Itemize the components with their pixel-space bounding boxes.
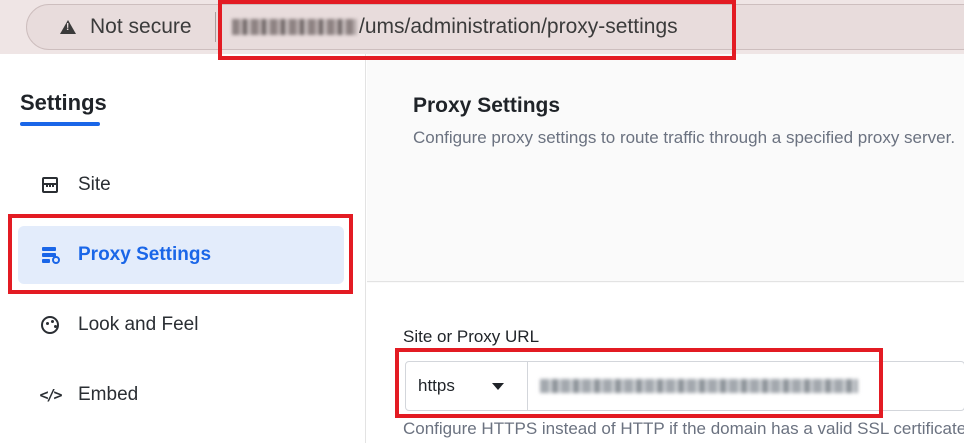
- proxy-icon: [40, 245, 60, 265]
- field-helper-text: Configure HTTPS instead of HTTP if the d…: [403, 419, 964, 438]
- protocol-value: https: [418, 376, 455, 395]
- redacted-host: [232, 19, 357, 35]
- sidebar-item-look-and-feel[interactable]: Look and Feel: [18, 296, 344, 354]
- protocol-select[interactable]: https: [406, 362, 528, 410]
- site-icon: [40, 175, 60, 195]
- settings-sidebar: Settings Site Proxy Settings Look and Fe…: [0, 54, 366, 443]
- page-title: Proxy Settings: [413, 94, 561, 117]
- site-security-indicator[interactable]: Not secure: [60, 12, 192, 42]
- sidebar-item-site[interactable]: Site: [18, 156, 344, 214]
- redacted-host-value: [540, 379, 858, 393]
- palette-icon: [40, 315, 60, 335]
- page-description: Configure proxy settings to route traffi…: [413, 128, 956, 147]
- code-icon: </>: [39, 386, 62, 404]
- chevron-down-icon: [492, 383, 504, 390]
- proxy-form: Site or Proxy URL https Configure HTTPS …: [367, 283, 964, 443]
- browser-toolbar: Not secure /ums/administration/proxy-set…: [0, 0, 964, 54]
- sidebar-title: Settings: [20, 90, 107, 115]
- host-input[interactable]: [528, 362, 964, 410]
- url-text[interactable]: /ums/administration/proxy-settings: [232, 12, 678, 42]
- sidebar-item-proxy-settings[interactable]: Proxy Settings: [18, 226, 344, 284]
- security-label: Not secure: [90, 15, 192, 38]
- main-content: Proxy Settings Configure proxy settings …: [367, 54, 964, 443]
- warning-icon: [60, 20, 76, 34]
- sidebar-item-label: Site: [78, 174, 111, 195]
- sidebar-item-embed[interactable]: </> Embed: [18, 366, 344, 424]
- sidebar-item-label: Look and Feel: [78, 314, 199, 335]
- page-header: Proxy Settings Configure proxy settings …: [367, 54, 964, 282]
- url-path: /ums/administration/proxy-settings: [359, 15, 678, 38]
- sidebar-item-label: Embed: [78, 384, 139, 405]
- site-proxy-url-label: Site or Proxy URL: [403, 327, 540, 346]
- sidebar-item-label: Proxy Settings: [78, 244, 212, 265]
- sidebar-title-underline: [20, 122, 100, 126]
- omnibox-divider: [215, 12, 216, 42]
- site-proxy-url-field: https: [405, 361, 964, 411]
